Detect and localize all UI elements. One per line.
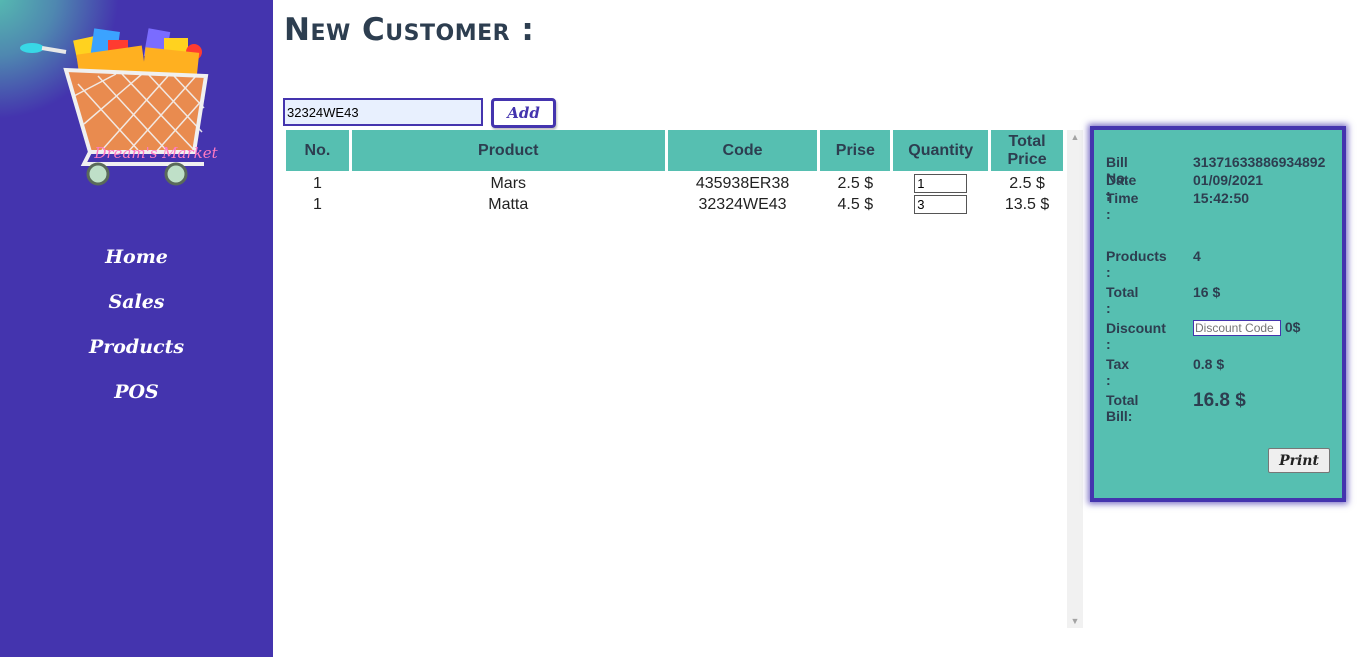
page-title: New Customer : (284, 12, 535, 48)
discount-value: 0$ (1284, 319, 1301, 335)
table-row: 1 Matta 32324WE43 4.5 $ 13.5 $ (286, 194, 1063, 215)
nav-pos[interactable]: POS (0, 377, 273, 422)
nav-sales[interactable]: Sales (0, 287, 273, 332)
cell-quantity (893, 194, 988, 215)
cell-code: 32324WE43 (698, 196, 787, 213)
scroll-down-arrow-icon[interactable]: ▼ (1067, 614, 1083, 628)
cell-prise: 4.5 $ (837, 196, 874, 213)
cell-product: Matta (488, 196, 529, 213)
cell-no: 1 (312, 175, 322, 192)
table-header-row: No. Product Code Prise Quantity Total Pr… (286, 130, 1063, 171)
header-product: Product (351, 130, 665, 171)
cart-table: No. Product Code Prise Quantity Total Pr… (283, 130, 1066, 215)
header-no: No. (286, 130, 349, 171)
total-bill-value: 16.8 $ (1193, 390, 1246, 411)
nav-products[interactable]: Products (0, 332, 273, 377)
bill-no-value: 31371633886934892 (1193, 154, 1326, 170)
cell-total: 2.5 $ (1009, 175, 1045, 192)
cell-prise: 2.5 $ (837, 175, 874, 192)
header-total-price: Total Price (991, 130, 1063, 171)
header-prise: Prise (820, 130, 891, 171)
total-label: Total : (1106, 284, 1139, 316)
cell-total: 13.5 $ (1004, 196, 1050, 213)
cell-quantity (893, 171, 988, 194)
table-row: 1 Mars 435938ER38 2.5 $ 2.5 $ (286, 171, 1063, 194)
tax-value: 0.8 $ (1193, 356, 1225, 372)
scroll-up-arrow-icon[interactable]: ▲ (1067, 130, 1083, 144)
dreams-market-logo: Dream's Market (20, 28, 219, 186)
products-label: Products : (1106, 248, 1167, 280)
total-value: 16 $ (1193, 284, 1221, 300)
tax-label: Tax : (1106, 356, 1130, 388)
table-scrollbar[interactable]: ▲ ▼ (1067, 130, 1083, 628)
time-label: Time : (1106, 190, 1139, 222)
logo-text: Dream's Market (93, 144, 218, 162)
time-value: 15:42:50 (1193, 190, 1250, 206)
print-button[interactable]: Print (1268, 448, 1330, 473)
app: Dream's Market Home Sales Products POS N… (0, 0, 1366, 657)
quantity-input[interactable] (914, 174, 968, 193)
product-code-input[interactable] (283, 98, 483, 126)
date-value: 01/09/2021 (1193, 172, 1264, 188)
sidebar-nav: Home Sales Products POS (0, 242, 273, 422)
quantity-input[interactable] (914, 195, 968, 214)
discount-controls: 0$ (1193, 319, 1301, 337)
cart-table-container: No. Product Code Prise Quantity Total Pr… (283, 130, 1066, 628)
header-code: Code (667, 130, 818, 171)
header-quantity: Quantity (893, 130, 989, 171)
nav-home[interactable]: Home (0, 242, 273, 287)
discount-code-input[interactable] (1193, 320, 1281, 337)
bill-panel: Bill No. : 31371633886934892 Date : 01/0… (1090, 126, 1346, 502)
add-button[interactable]: Add (491, 98, 556, 128)
cell-no: 1 (312, 196, 322, 213)
cell-code: 435938ER38 (695, 175, 790, 192)
total-bill-label: Total Bill: (1106, 392, 1139, 424)
cell-product: Mars (490, 175, 527, 192)
discount-label: Discount : (1106, 320, 1166, 352)
products-value: 4 (1193, 248, 1201, 264)
sidebar: Dream's Market Home Sales Products POS (0, 0, 273, 657)
